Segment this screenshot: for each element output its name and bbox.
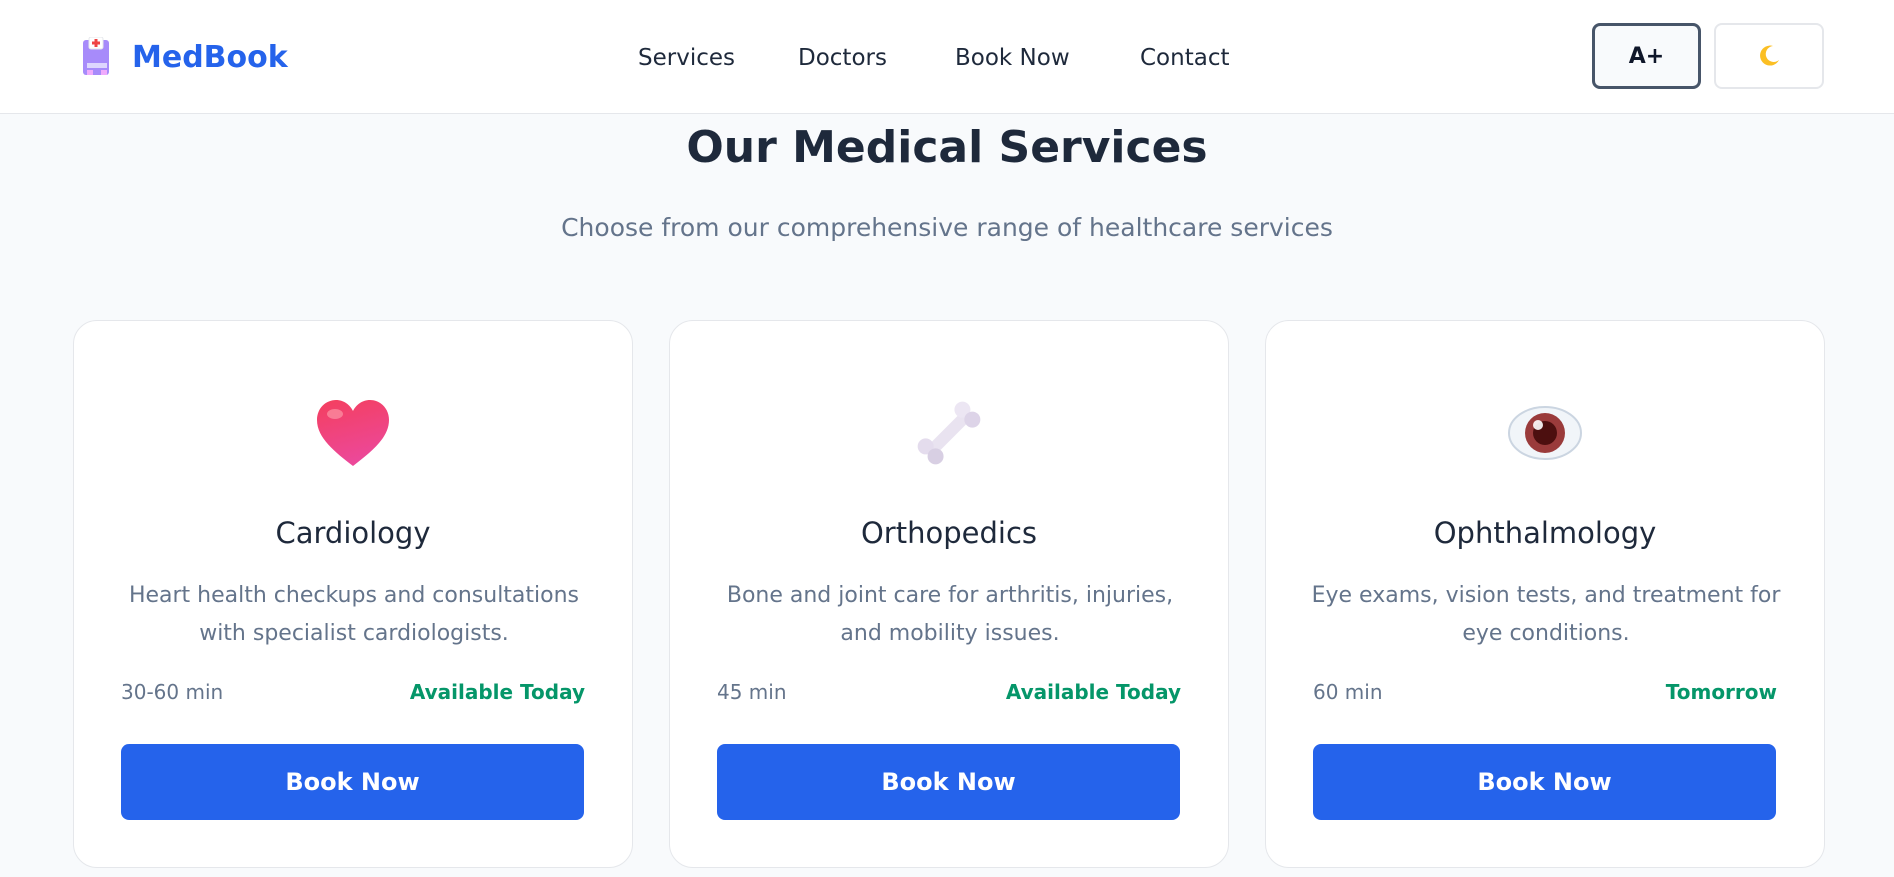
nav-services[interactable]: Services <box>638 38 735 78</box>
theme-toggle-button[interactable] <box>1714 23 1824 89</box>
service-card-ophthalmology: Ophthalmology Eye exams, vision tests, a… <box>1265 320 1825 868</box>
hospital-icon <box>83 37 109 75</box>
section-title: Our Medical Services <box>686 122 1208 173</box>
nav-contact[interactable]: Contact <box>1140 38 1229 78</box>
service-duration: 60 min <box>1313 680 1383 704</box>
service-title: Orthopedics <box>860 516 1037 550</box>
service-title: Ophthalmology <box>1433 516 1657 550</box>
top-navbar: MedBook Services Doctors Book Now Contac… <box>0 0 1894 114</box>
service-duration: 45 min <box>717 680 787 704</box>
moon-icon <box>1760 45 1779 66</box>
brand-name: MedBook <box>132 39 288 75</box>
service-availability: Available Today <box>409 680 585 704</box>
font-size-increase-button[interactable]: A+ <box>1592 23 1701 89</box>
book-now-button-orthopedics[interactable]: Book Now <box>717 744 1180 820</box>
nav-doctors[interactable]: Doctors <box>798 38 887 78</box>
heart-icon <box>317 400 389 466</box>
service-availability: Tomorrow <box>1665 680 1777 704</box>
service-title: Cardiology <box>275 516 431 550</box>
service-duration: 30-60 min <box>121 680 224 704</box>
service-card-cardiology: Cardiology Heart health checkups and con… <box>73 320 633 868</box>
eye-icon <box>1508 406 1582 460</box>
section-subtitle: Choose from our comprehensive range of h… <box>561 213 1333 242</box>
service-description: Bone and joint care for arthritis, injur… <box>726 583 1174 646</box>
book-now-button-ophthalmology[interactable]: Book Now <box>1313 744 1776 820</box>
service-description: Eye exams, vision tests, and treatment f… <box>1311 583 1781 646</box>
service-availability: Available Today <box>1005 680 1181 704</box>
bone-icon <box>917 401 981 465</box>
brand-logo-link[interactable]: MedBook <box>80 36 288 78</box>
service-card-orthopedics: Orthopedics Bone and joint care for arth… <box>669 320 1229 868</box>
book-now-button-cardiology[interactable]: Book Now <box>121 744 584 820</box>
service-description: Heart health checkups and consultations … <box>128 583 580 646</box>
nav-book-now[interactable]: Book Now <box>955 38 1070 78</box>
